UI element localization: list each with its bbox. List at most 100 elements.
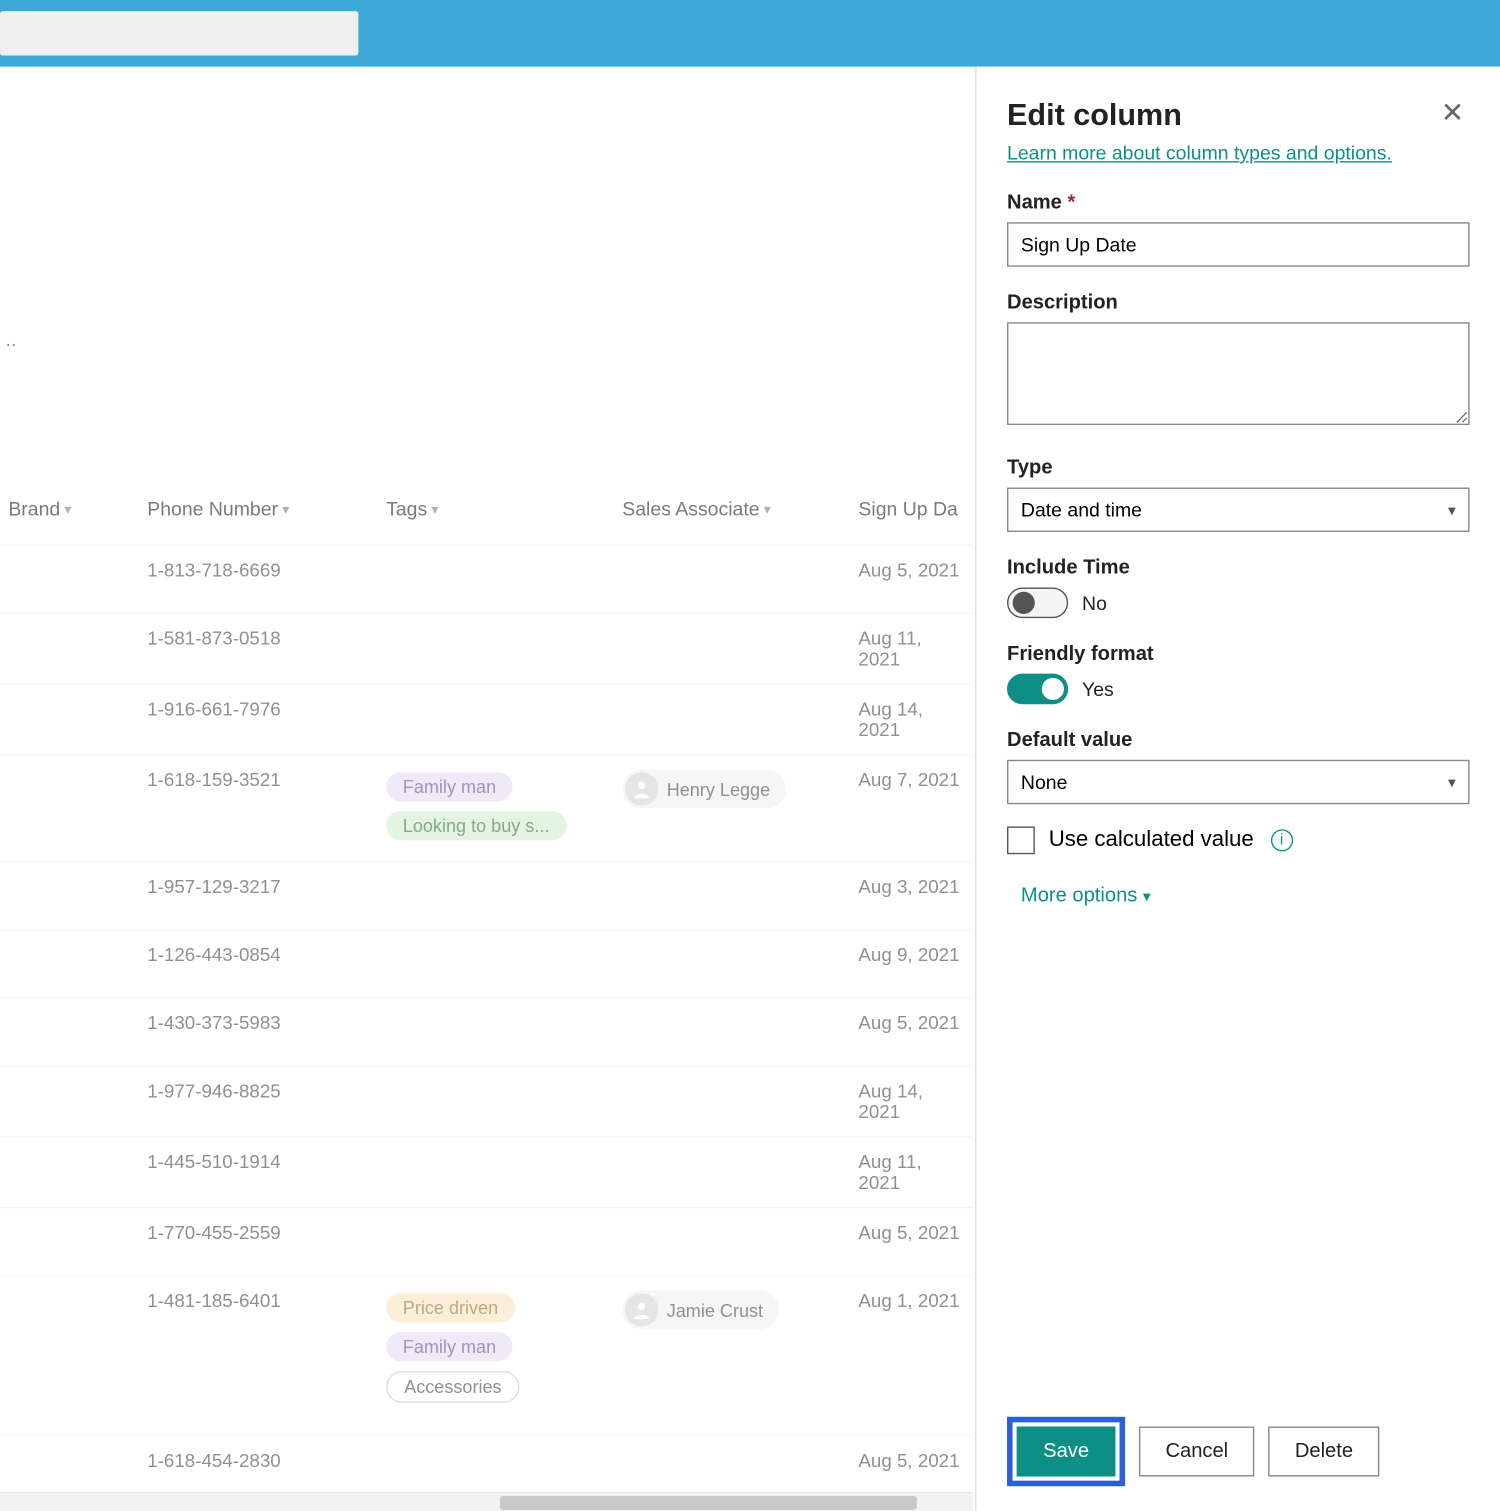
cell-associate <box>614 998 850 1066</box>
learn-more-link[interactable]: Learn more about column types and option… <box>1007 142 1392 164</box>
cell-tags <box>378 930 614 998</box>
default-value-select[interactable]: None ▾ <box>1007 760 1470 804</box>
cell-phone: 1-581-873-0518 <box>139 613 378 684</box>
cell-phone: 1-916-661-7976 <box>139 684 378 755</box>
cell-tags <box>378 1066 614 1137</box>
column-header-phone[interactable]: Phone Number▾ <box>139 486 378 545</box>
cell-date: Aug 3, 2021 <box>850 862 972 930</box>
tag-pill[interactable]: Looking to buy s... <box>386 811 566 840</box>
cell-date: Aug 9, 2021 <box>850 930 972 998</box>
calculated-value-checkbox[interactable] <box>1007 826 1035 854</box>
cell-phone: 1-481-185-6401 <box>139 1276 378 1436</box>
chevron-down-icon: ▾ <box>431 503 438 518</box>
cell-brand <box>0 1066 139 1137</box>
save-button[interactable]: Save <box>1017 1427 1116 1477</box>
avatar-icon <box>625 1293 658 1326</box>
type-value: Date and time <box>1021 499 1142 521</box>
cell-date: Aug 11, 2021 <box>850 1137 972 1208</box>
horizontal-scrollbar[interactable] <box>0 1492 972 1511</box>
column-header-brand[interactable]: Brand▾ <box>0 486 139 545</box>
cell-phone: 1-977-946-8825 <box>139 1066 378 1137</box>
cell-associate <box>614 862 850 930</box>
cell-associate: Henry Legge <box>614 755 850 862</box>
save-button-highlight: Save <box>1007 1417 1125 1486</box>
search-input[interactable] <box>0 11 358 55</box>
cell-brand <box>0 613 139 684</box>
cell-date: Aug 14, 2021 <box>850 1066 972 1137</box>
chevron-down-icon: ▾ <box>64 503 71 518</box>
cell-date: Aug 5, 2021 <box>850 998 972 1066</box>
table-row[interactable]: 1-126-443-0854Aug 9, 2021 <box>0 930 972 998</box>
cell-associate <box>614 1066 850 1137</box>
table-row[interactable]: 1-481-185-6401 Price driven Family man Acce… <box>0 1276 972 1436</box>
cell-associate <box>614 613 850 684</box>
name-label: Name * <box>1007 192 1470 214</box>
more-options-toggle[interactable]: More options▾ <box>1021 885 1151 907</box>
cell-phone: 1-445-510-1914 <box>139 1137 378 1208</box>
table-row[interactable]: 1-430-373-5983Aug 5, 2021 <box>0 998 972 1066</box>
chevron-down-icon: ▾ <box>764 503 771 518</box>
chevron-down-icon: ▾ <box>1143 887 1151 905</box>
table-row[interactable]: 1-813-718-6669Aug 5, 2021 <box>0 545 972 613</box>
cell-tags: Price driven Family man Accessories <box>378 1276 614 1436</box>
include-time-label: Include Time <box>1007 557 1470 579</box>
associate-chip[interactable]: Jamie Crust <box>622 1290 779 1329</box>
tag-pill[interactable]: Family man <box>386 772 513 801</box>
delete-button[interactable]: Delete <box>1268 1427 1379 1477</box>
column-header-signup-date[interactable]: Sign Up Da <box>850 486 972 545</box>
cell-tags: Family man Looking to buy s... <box>378 755 614 862</box>
table-row[interactable]: 1-770-455-2559 Aug 5, 2021 <box>0 1208 972 1276</box>
cell-phone: 1-770-455-2559 <box>139 1208 378 1276</box>
cell-brand <box>0 930 139 998</box>
tag-pill[interactable]: Accessories <box>386 1371 519 1403</box>
info-icon[interactable]: i <box>1270 829 1292 851</box>
scrollbar-thumb[interactable] <box>500 1496 917 1510</box>
table-row[interactable]: 1-957-129-3217Aug 3, 2021 <box>0 862 972 930</box>
include-time-toggle[interactable] <box>1007 588 1068 619</box>
cell-phone: 1-618-159-3521 <box>139 755 378 862</box>
associate-name: Henry Legge <box>667 779 770 800</box>
cell-associate: Jamie Crust <box>614 1276 850 1436</box>
cell-brand <box>0 1137 139 1208</box>
name-input[interactable] <box>1007 222 1470 266</box>
cell-associate <box>614 1137 850 1208</box>
panel-title: Edit column <box>1007 97 1182 133</box>
tag-pill[interactable]: Family man <box>386 1332 513 1361</box>
top-bar <box>0 0 1500 67</box>
cell-associate <box>614 1208 850 1276</box>
cell-tags <box>378 1208 614 1276</box>
cell-date: Aug 5, 2021 <box>850 1208 972 1276</box>
friendly-format-value: Yes <box>1082 678 1114 700</box>
cell-brand <box>0 1276 139 1436</box>
table-row[interactable]: 1-445-510-1914 Aug 11, 2021 <box>0 1137 972 1208</box>
table-row[interactable]: 1-977-946-8825 Aug 14, 2021 <box>0 1066 972 1137</box>
description-label: Description <box>1007 292 1470 314</box>
chevron-down-icon: ▾ <box>1448 773 1456 791</box>
default-value-label: Default value <box>1007 729 1470 751</box>
cell-brand <box>0 1208 139 1276</box>
calculated-value-label: Use calculated value <box>1049 828 1254 853</box>
cell-tags <box>378 545 614 613</box>
friendly-format-toggle[interactable] <box>1007 674 1068 705</box>
panel-footer: Save Cancel Delete <box>976 1397 1500 1511</box>
cell-brand <box>0 998 139 1066</box>
description-input[interactable] <box>1007 322 1470 425</box>
tag-pill[interactable]: Price driven <box>386 1293 515 1322</box>
column-header-tags[interactable]: Tags▾ <box>378 486 614 545</box>
table-row[interactable]: 1-581-873-0518Aug 11, 2021 <box>0 613 972 684</box>
include-time-value: No <box>1082 592 1107 614</box>
table-row[interactable]: 1-916-661-7976Aug 14, 2021 <box>0 684 972 755</box>
cancel-button[interactable]: Cancel <box>1139 1427 1254 1477</box>
associate-chip[interactable]: Henry Legge <box>622 770 787 809</box>
column-header-associate[interactable]: Sales Associate▾ <box>614 486 850 545</box>
table-row[interactable]: 1-618-159-3521 Family man Looking to buy s… <box>0 755 972 862</box>
associate-name: Jamie Crust <box>667 1299 763 1320</box>
close-icon[interactable]: ✕ <box>1435 97 1469 130</box>
cell-associate <box>614 684 850 755</box>
chevron-down-icon: ▾ <box>1448 501 1456 519</box>
cell-tags <box>378 613 614 684</box>
cell-tags <box>378 998 614 1066</box>
cell-brand <box>0 684 139 755</box>
cell-date: Aug 7, 2021 <box>850 755 972 862</box>
type-select[interactable]: Date and time ▾ <box>1007 488 1470 532</box>
